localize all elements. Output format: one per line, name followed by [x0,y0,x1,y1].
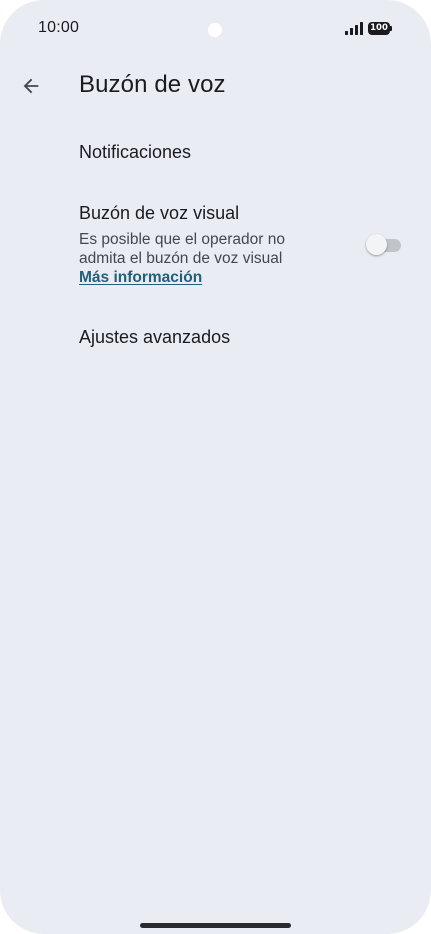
phone-screen: 10:00 100 Buzón de voz Notificaciones Bu… [0,0,431,934]
battery-icon: 100 [368,22,394,35]
visual-voicemail-setting[interactable]: Buzón de voz visual Es posible que el op… [0,186,431,306]
advanced-settings-title: Ajustes avanzados [79,327,231,347]
arrow-back-icon [23,78,39,94]
toggle-thumb [366,234,387,255]
back-button[interactable] [12,67,50,105]
battery-level: 100 [370,23,388,33]
notifications-title: Notificaciones [79,142,192,162]
status-time: 10:00 [38,19,80,36]
status-bar: 10:00 100 [0,0,431,58]
visual-voicemail-title: Buzón de voz visual [79,203,240,223]
home-indicator[interactable] [140,923,291,928]
advanced-settings[interactable]: Ajustes avanzados [0,306,431,370]
signal-bars-icon [345,22,363,35]
visual-voicemail-toggle[interactable] [366,234,402,255]
page-title: Buzón de voz [79,71,226,98]
notifications-setting[interactable]: Notificaciones [0,118,431,186]
front-camera [208,23,222,37]
visual-voicemail-summary: Es posible que el operador no admita el … [79,231,285,267]
app-bar: Buzón de voz [0,58,431,118]
learn-more-link[interactable]: Más información [79,268,202,287]
